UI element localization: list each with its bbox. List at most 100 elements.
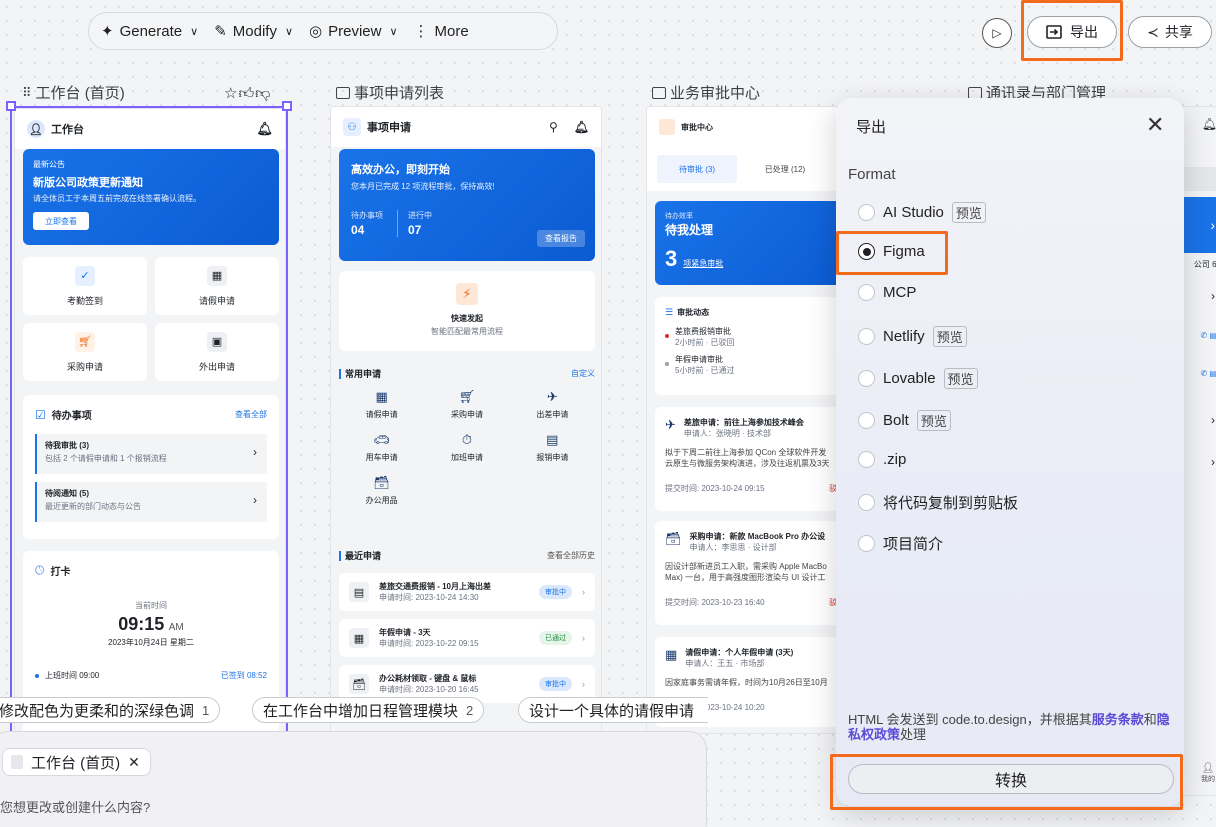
chevron-right-icon[interactable]: ›: [1211, 289, 1215, 303]
tab-mine[interactable]: 👤︎ 我的: [1201, 763, 1215, 784]
format-label: Format: [848, 166, 896, 183]
approval-item[interactable]: ✈︎ 差旅申请：前往上海参加技术峰会 申请人：张晓明 · 技术部 拟于下周二前往上…: [655, 407, 855, 511]
radio-button[interactable]: [858, 204, 875, 221]
modify-button[interactable]: ✎ Modify ∨: [214, 22, 293, 41]
feedback-icons: ☆👍︎👎︎: [224, 84, 271, 103]
phone-icon[interactable]: ✆ ▤: [1201, 331, 1216, 340]
close-icon[interactable]: ✕: [1146, 112, 1164, 138]
urgent-link[interactable]: 项紧急审批: [683, 258, 723, 269]
list-item[interactable]: ▤ 差旅交通费报销 - 10月上海出差 申请时间: 2023-10-24 14:3…: [339, 573, 595, 611]
grid-item-expense[interactable]: ▤ 报销申请: [510, 432, 595, 463]
list-item[interactable]: ▦ 年假申请 - 3天 申请时间: 2023-10-22 09:15 已通过 ›: [339, 619, 595, 657]
user-icon: ⚇: [343, 118, 361, 136]
customize-link[interactable]: 自定义: [571, 368, 595, 379]
chevron-right-icon: ›: [582, 587, 585, 597]
chevron-right-icon[interactable]: ›: [1211, 413, 1215, 427]
view-report-button[interactable]: 查看报告: [537, 230, 585, 247]
calendar-icon: ▦: [349, 628, 369, 648]
calendar-icon: ▦: [665, 647, 678, 662]
context-chip[interactable]: 工作台 (首页) ✕: [2, 748, 151, 776]
option-copy-clipboard[interactable]: 将代码复制到剪贴板: [858, 492, 1018, 513]
tab-done[interactable]: 已处理 (12): [745, 155, 825, 183]
option-zip[interactable]: .zip: [858, 451, 906, 468]
radio-button[interactable]: [858, 370, 875, 387]
receipt-icon: ▤: [349, 582, 369, 602]
page-label-workbench[interactable]: ⠿ 工作台 (首页): [22, 82, 125, 103]
archive-icon: 🗃︎: [373, 475, 390, 490]
close-icon[interactable]: ✕: [128, 754, 140, 771]
play-button[interactable]: ▷: [982, 18, 1012, 48]
radio-button[interactable]: [858, 494, 875, 511]
tab-pending[interactable]: 待审批 (3): [657, 155, 737, 183]
option-bolt[interactable]: Bolt 预览: [858, 410, 951, 431]
radio-button[interactable]: [858, 535, 875, 552]
more-button[interactable]: ⋮ More: [414, 22, 469, 41]
thumbs-up-icon[interactable]: 👍︎: [238, 85, 255, 102]
archive-icon: 🗃︎: [349, 674, 369, 694]
approval-icon: [659, 119, 675, 135]
grid-item-supplies[interactable]: 🗃︎ 办公用品: [339, 475, 424, 506]
export-note: HTML 会发送到 code.to.design，并根据其服务条款和隐私权政策处…: [848, 712, 1170, 742]
grid-item-travel[interactable]: ✈︎ 出差申请: [510, 389, 595, 420]
bell-icon[interactable]: 🔔︎: [574, 120, 589, 134]
export-dialog: 导出 ✕ Format AI Studio 预览 Figma MCP Netli…: [836, 98, 1184, 806]
preview-badge: 预览: [932, 326, 967, 347]
gray-dot: [665, 362, 669, 366]
approval-item[interactable]: 🗃︎ 采购申请：新款 MacBook Pro 办公设 申请人：李思思 · 设计部 …: [655, 521, 855, 625]
option-project-brief[interactable]: 项目简介: [858, 533, 943, 554]
suggestion-chip[interactable]: 修改配色为更柔和的深绿色调 1: [0, 697, 221, 723]
suggestion-chip[interactable]: 设计一个具体的请假申请: [518, 697, 708, 723]
radio-button[interactable]: [858, 284, 875, 301]
option-ai-studio[interactable]: AI Studio 预览: [858, 202, 986, 223]
plane-icon: ✈︎: [546, 389, 558, 404]
preview-button[interactable]: ◎ Preview ∨: [309, 22, 398, 41]
prompt-input[interactable]: 您想更改或创建什么内容?: [0, 797, 150, 816]
radio-button[interactable]: [858, 451, 875, 468]
resize-handle[interactable]: [282, 101, 292, 111]
view-history-link[interactable]: 查看全部历史: [547, 550, 595, 561]
suggestion-chip[interactable]: 在工作台中增加日程管理模块 2: [252, 697, 485, 723]
common-grid: ▦ 请假申请 🛒︎ 采购申请 ✈︎ 出差申请 🚗︎ 用车申请 ⏱︎ 加班申请 ▤ 报销申请 …: [339, 389, 595, 506]
calendar-icon: ▦: [375, 389, 388, 404]
chevron-right-icon: ›: [582, 679, 585, 689]
page-icon: [11, 755, 23, 769]
search-strip: [1181, 167, 1216, 191]
option-lovable[interactable]: Lovable 预览: [858, 368, 978, 389]
quick-start-card[interactable]: ⚡︎ 快速发起 智能匹配最常用流程: [339, 271, 595, 351]
radio-button[interactable]: [858, 412, 875, 429]
eye-icon: ◎: [309, 23, 323, 40]
star-icon[interactable]: ☆: [224, 85, 238, 102]
frame-icon: [968, 86, 982, 99]
red-dot: [665, 334, 669, 338]
grid-item-purchase[interactable]: 🛒︎ 采购申请: [424, 389, 509, 420]
generate-button[interactable]: ✦ Generate ∨: [101, 22, 198, 41]
screen-requests[interactable]: ⚇ 事项申请 ⚲ 🔔︎ 高效办公，即刻开始 您本月已完成 12 项流程审批，保持…: [330, 106, 602, 738]
preview-badge: 预览: [916, 410, 951, 431]
share-button[interactable]: ≺ 共享: [1128, 16, 1212, 48]
option-netlify[interactable]: Netlify 预览: [858, 326, 967, 347]
terms-link[interactable]: 服务条款: [1092, 712, 1144, 727]
thumbs-down-icon[interactable]: 👎︎: [255, 85, 271, 102]
company-count: 公司 60: [1193, 260, 1216, 269]
grid-item-car[interactable]: 🚗︎ 用车申请: [339, 432, 424, 463]
bell-icon[interactable]: 🔔︎: [1202, 117, 1216, 131]
page-label-requests[interactable]: 事项申请列表: [336, 82, 444, 103]
resize-handle[interactable]: [6, 101, 16, 111]
option-mcp[interactable]: MCP: [858, 284, 916, 301]
stat-pending: 待办事项 04: [351, 211, 383, 237]
section-bar: [339, 550, 341, 561]
page-label-approvals[interactable]: 业务审批中心: [652, 82, 760, 103]
recent-header: 最近申请 查看全部历史: [339, 549, 595, 562]
grid-item-overtime[interactable]: ⏱︎ 加班申请: [424, 432, 509, 463]
search-icon[interactable]: ⚲: [549, 120, 558, 134]
chevron-right-icon[interactable]: ›: [1181, 197, 1216, 253]
clock-plus-icon: ⏱︎: [461, 432, 473, 447]
phone-icon[interactable]: ✆ ▤: [1201, 369, 1216, 378]
grid-item-leave[interactable]: ▦ 请假申请: [339, 389, 424, 420]
status-badge: 审批中: [539, 585, 572, 599]
archive-icon: 🗃︎: [665, 531, 682, 546]
radio-button[interactable]: [858, 328, 875, 345]
chevron-right-icon[interactable]: ›: [1211, 455, 1215, 469]
car-icon: 🚗︎: [373, 432, 390, 447]
chevron-down-icon: ∨: [389, 25, 398, 38]
